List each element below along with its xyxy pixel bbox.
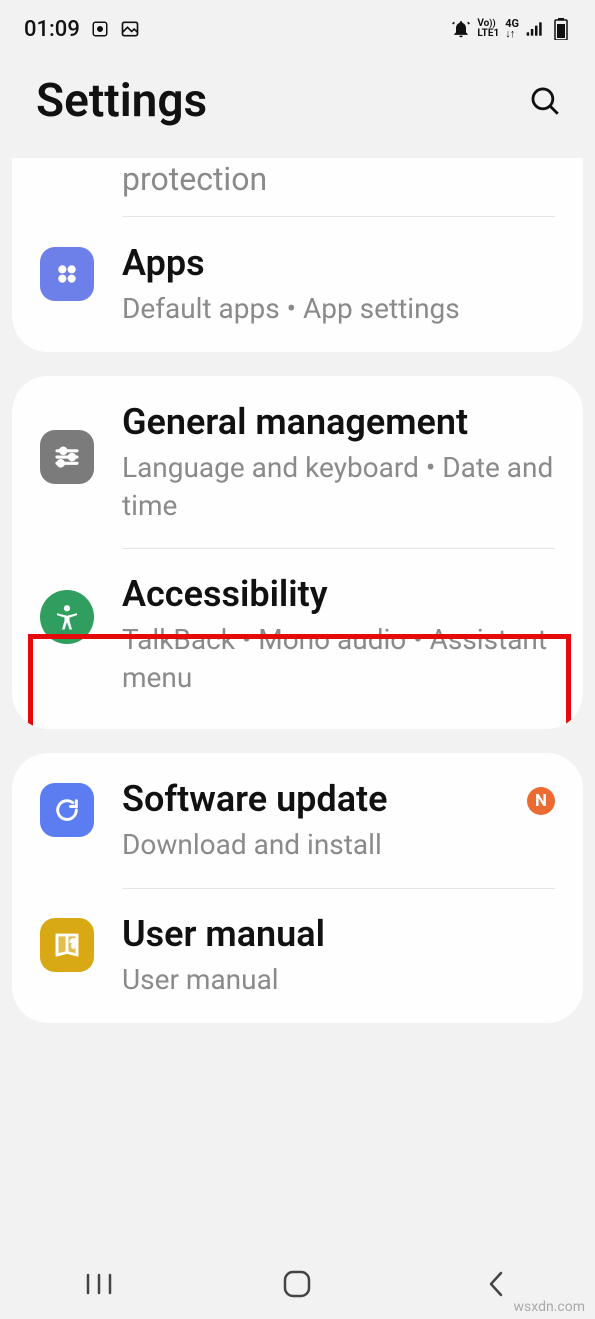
- settings-item-accessibility[interactable]: Accessibility TalkBack • Mono audio • As…: [12, 548, 583, 729]
- settings-sliders-icon: [40, 430, 94, 484]
- item-subtitle: User manual: [122, 961, 555, 999]
- clock-text: 01:09: [24, 17, 80, 42]
- item-title: User manual: [122, 912, 555, 957]
- settings-card-3: Software update Download and install N ?…: [12, 753, 583, 1023]
- item-subtitle: TalkBack • Mono audio • Assistant menu: [122, 621, 555, 697]
- settings-item-software-update[interactable]: Software update Download and install N: [12, 753, 583, 888]
- partial-item-subtitle: protection: [12, 158, 583, 216]
- settings-item-apps[interactable]: Apps Default apps • App settings: [12, 217, 583, 352]
- watermark: wsxdn.com: [514, 1299, 585, 1315]
- search-button[interactable]: [523, 79, 567, 123]
- back-icon: [486, 1269, 506, 1299]
- battery-icon: [551, 19, 571, 39]
- settings-card-2: General management Language and keyboard…: [12, 376, 583, 729]
- status-right: Vo))LTE1 4G↓↑: [451, 19, 571, 39]
- new-badge: N: [527, 787, 555, 815]
- refresh-icon: [40, 783, 94, 837]
- nav-recents-button[interactable]: [54, 1259, 144, 1309]
- item-body: Apps Default apps • App settings: [122, 241, 555, 328]
- network-icon: 4G↓↑: [505, 19, 519, 39]
- settings-card-1: protection Apps Default apps • App setti…: [12, 158, 583, 352]
- item-body: User manual User manual: [122, 912, 555, 999]
- item-title: General management: [122, 400, 555, 445]
- volte-icon: Vo))LTE1: [477, 19, 499, 39]
- signal-icon: [525, 19, 545, 39]
- book-icon: ?: [40, 918, 94, 972]
- item-subtitle: Default apps • App settings: [122, 290, 555, 328]
- alarm-icon: [451, 19, 471, 39]
- search-icon: [528, 84, 562, 118]
- svg-text:?: ?: [71, 937, 77, 950]
- item-body: Software update Download and install: [122, 777, 517, 864]
- item-body: General management Language and keyboard…: [122, 400, 555, 525]
- image-icon: [120, 19, 140, 39]
- clock-icon: [90, 19, 110, 39]
- settings-item-general-management[interactable]: General management Language and keyboard…: [12, 376, 583, 549]
- item-title: Software update: [122, 777, 517, 822]
- item-subtitle: Language and keyboard • Date and time: [122, 449, 555, 525]
- recents-icon: [84, 1271, 114, 1297]
- page-title: Settings: [36, 74, 207, 128]
- accessibility-icon: [40, 590, 94, 644]
- settings-item-user-manual[interactable]: ? User manual User manual: [12, 888, 583, 1023]
- nav-home-button[interactable]: [252, 1259, 342, 1309]
- status-bar: 01:09 Vo))LTE1 4G↓↑: [0, 0, 595, 54]
- item-title: Apps: [122, 241, 555, 286]
- item-subtitle: Download and install: [122, 826, 517, 864]
- status-left: 01:09: [24, 17, 140, 42]
- app-header: Settings: [0, 54, 595, 158]
- navigation-bar: [0, 1249, 595, 1319]
- item-title: Accessibility: [122, 572, 555, 617]
- item-body: Accessibility TalkBack • Mono audio • As…: [122, 572, 555, 697]
- home-icon: [281, 1268, 313, 1300]
- apps-icon: [40, 247, 94, 301]
